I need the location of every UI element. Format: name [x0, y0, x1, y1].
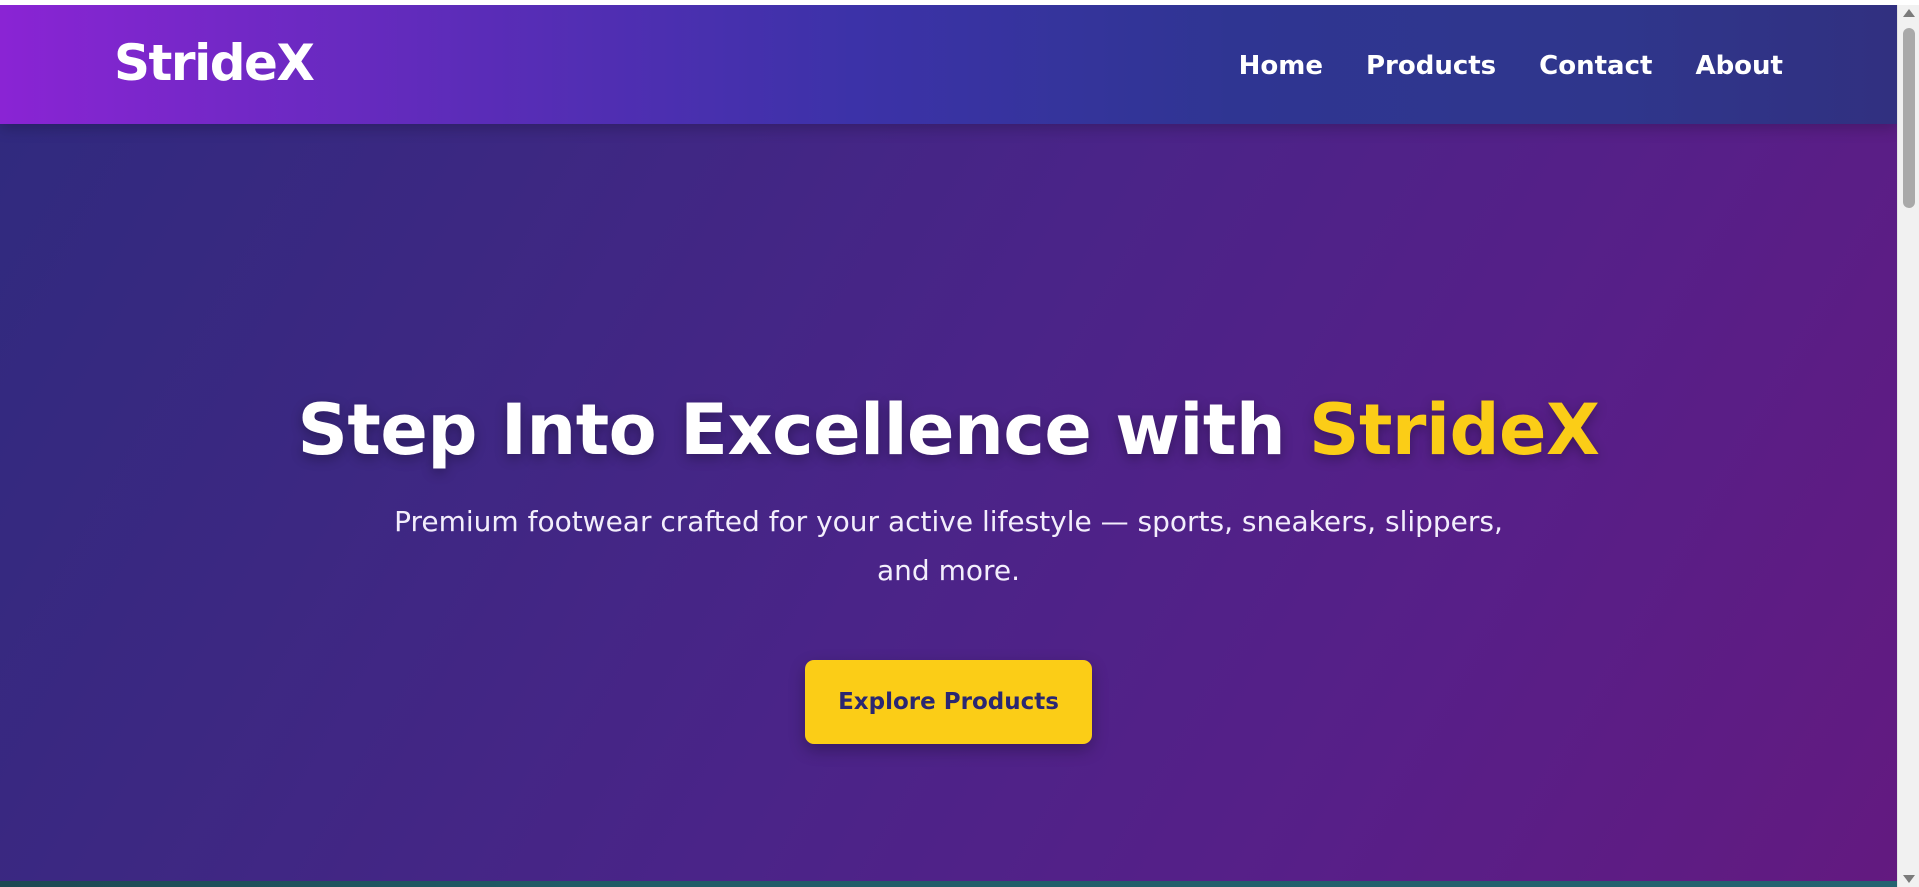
nav-links: Home Products Contact About — [1239, 53, 1783, 79]
explore-products-button[interactable]: Explore Products — [805, 660, 1092, 744]
scrollbar-thumb[interactable] — [1903, 28, 1915, 208]
hero-title-accent: StrideX — [1309, 389, 1600, 471]
hero-section: Step Into Excellence with StrideX Premiu… — [0, 124, 1897, 887]
hero-subtitle: Premium footwear crafted for your active… — [394, 505, 1503, 587]
nav-link-about[interactable]: About — [1695, 53, 1783, 79]
page-viewport: StrideX Home Products Contact About Step… — [0, 5, 1897, 887]
navbar: StrideX Home Products Contact About — [0, 5, 1897, 124]
next-section-edge — [0, 881, 1897, 887]
vertical-scrollbar[interactable] — [1897, 5, 1919, 887]
brand-logo[interactable]: StrideX — [114, 38, 315, 88]
hero-title: Step Into Excellence with StrideX — [0, 392, 1897, 469]
scroll-down-icon[interactable] — [1903, 875, 1915, 883]
hero-title-main: Step Into Excellence with — [297, 389, 1310, 471]
nav-link-products[interactable]: Products — [1366, 53, 1496, 79]
nav-link-contact[interactable]: Contact — [1539, 53, 1652, 79]
scroll-up-icon[interactable] — [1903, 9, 1915, 17]
nav-link-home[interactable]: Home — [1239, 53, 1323, 79]
